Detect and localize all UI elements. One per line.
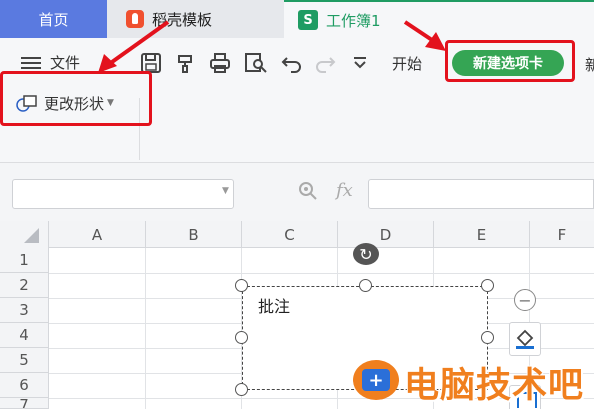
function-icon[interactable]: fx	[336, 180, 353, 201]
row-header-7[interactable]: 7	[0, 398, 49, 409]
shape-fill-icon[interactable]	[509, 322, 541, 356]
row-header-2[interactable]: 2	[0, 273, 49, 298]
column-header-f[interactable]: F	[530, 221, 594, 248]
watermark-logo-icon: +	[353, 360, 399, 400]
column-header-b[interactable]: B	[146, 221, 242, 248]
name-box-dropdown-icon[interactable]: ▼	[222, 186, 229, 196]
row-header-3[interactable]: 3	[0, 298, 49, 323]
collapse-icon[interactable]: −	[514, 289, 536, 311]
formula-input[interactable]	[368, 179, 594, 209]
annotation-arrowhead-left	[98, 54, 117, 73]
resize-handle-top-right[interactable]	[481, 279, 494, 292]
column-header-e[interactable]: E	[434, 221, 530, 248]
row-header-5[interactable]: 5	[0, 348, 49, 373]
column-header-a[interactable]: A	[49, 221, 146, 248]
watermark-text: 电脑技术吧	[404, 366, 585, 406]
annotation-arrows	[98, 20, 446, 73]
row-header-6[interactable]: 6	[0, 373, 49, 398]
resize-handle-bottom-left[interactable]	[235, 383, 248, 396]
rotate-handle-icon[interactable]: ↻	[353, 243, 379, 265]
row-header-1[interactable]: 1	[0, 248, 49, 273]
name-box[interactable]	[12, 179, 234, 209]
resize-handle-right[interactable]	[481, 331, 494, 344]
annotation-arrow-left	[110, 20, 170, 64]
watermark-logo-plus-icon: +	[362, 369, 390, 391]
comment-shape-text[interactable]: 批注	[258, 293, 290, 317]
column-header-d[interactable]: D	[338, 221, 434, 248]
annotation-arrowhead-right	[425, 32, 446, 51]
grid-line	[49, 273, 594, 274]
annotation-arrow-right	[403, 20, 434, 42]
grid-line	[145, 248, 146, 409]
row-header-4[interactable]: 4	[0, 323, 49, 348]
column-header-c[interactable]: C	[242, 221, 338, 248]
resize-handle-top[interactable]	[359, 279, 372, 292]
select-all-triangle-icon	[24, 228, 39, 243]
resize-handle-left[interactable]	[235, 331, 248, 344]
zoom-icon[interactable]	[298, 181, 318, 201]
resize-handle-top-left[interactable]	[235, 279, 248, 292]
paint-bucket-icon	[516, 329, 534, 349]
